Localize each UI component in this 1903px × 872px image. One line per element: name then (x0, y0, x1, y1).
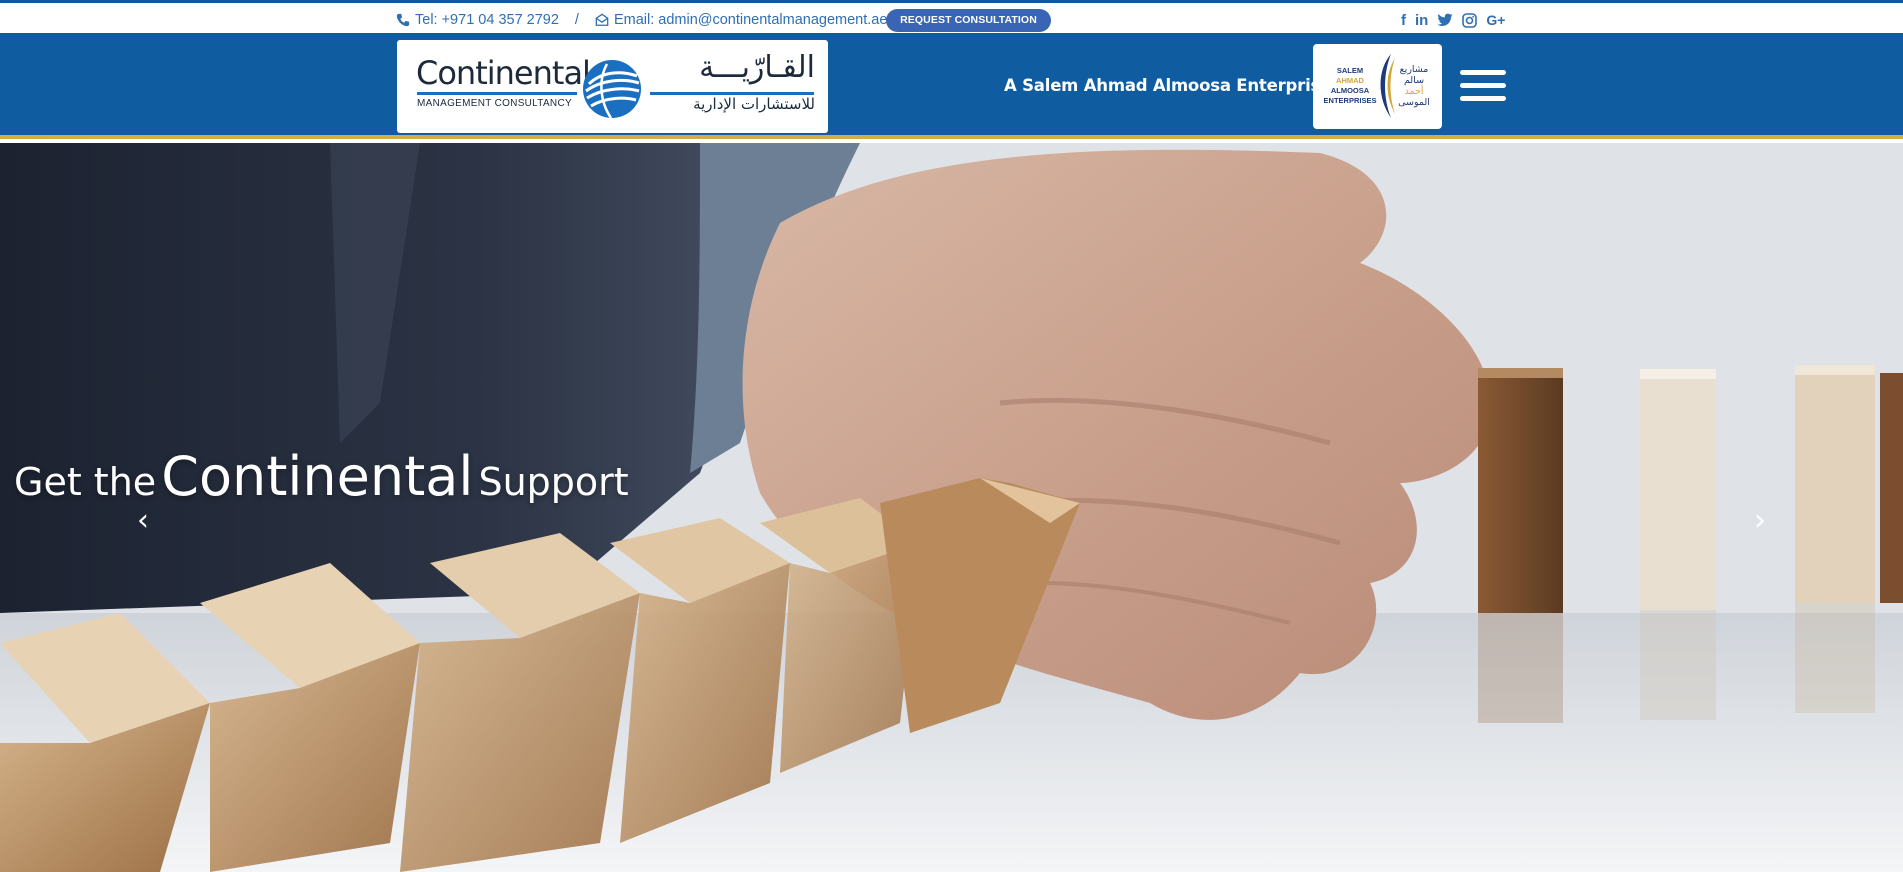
request-consultation-button[interactable]: REQUEST CONSULTATION (886, 9, 1051, 32)
salem-ahmad-almoosa-logo[interactable]: SALEM AHMAD ALMOOSA ENTERPRISES مشاريع س… (1313, 44, 1442, 129)
contact-separator: / (574, 12, 579, 28)
phone-icon (396, 13, 410, 27)
logo-english-name: Continental (416, 54, 591, 92)
top-contact-bar: Tel: +971 04 357 2792 / Email: admin@con… (0, 0, 1903, 33)
saa-logo-arabic: مشاريع سالم أحمد الموسى (1398, 64, 1430, 108)
twitter-icon[interactable] (1437, 11, 1453, 29)
enterprise-tagline: A Salem Ahmad Almoosa Enterprise (1004, 76, 1332, 95)
hero-slider: Get the Continental Support ‹ › (0, 143, 1903, 872)
menu-icon[interactable] (1460, 70, 1508, 108)
linkedin-icon[interactable]: in (1415, 11, 1428, 29)
email-link[interactable]: Email: admin@continentalmanagement.ae (614, 12, 887, 28)
logo-arabic-name: القـارّيـــة (699, 50, 815, 85)
logo-divider (417, 92, 577, 95)
instagram-icon[interactable] (1462, 11, 1478, 29)
continental-logo[interactable]: Continental MANAGEMENT CONSULTANCY القـا… (397, 40, 828, 133)
phone-text[interactable]: Tel: +971 04 357 2792 (415, 12, 559, 28)
facebook-icon[interactable]: f (1401, 11, 1406, 29)
envelope-icon (595, 13, 609, 26)
logo-arabic-subtitle: للاستشارات الإدارية (693, 95, 815, 113)
globe-emblem-icon (583, 60, 641, 119)
site-header: Continental MANAGEMENT CONSULTANCY القـا… (0, 33, 1903, 139)
contact-info: Tel: +971 04 357 2792 / Email: admin@con… (396, 8, 887, 32)
google-plus-icon[interactable]: G+ (1486, 11, 1505, 29)
logo-english-subtitle: MANAGEMENT CONSULTANCY (417, 98, 572, 109)
chevron-left-icon[interactable]: ‹ (128, 503, 158, 539)
chevron-right-icon[interactable]: › (1745, 503, 1775, 539)
hero-headline: Get the Continental Support (14, 445, 629, 508)
social-links: f in G+ (1401, 11, 1505, 29)
saa-logo-english: SALEM AHMAD ALMOOSA ENTERPRISES (1323, 66, 1377, 105)
